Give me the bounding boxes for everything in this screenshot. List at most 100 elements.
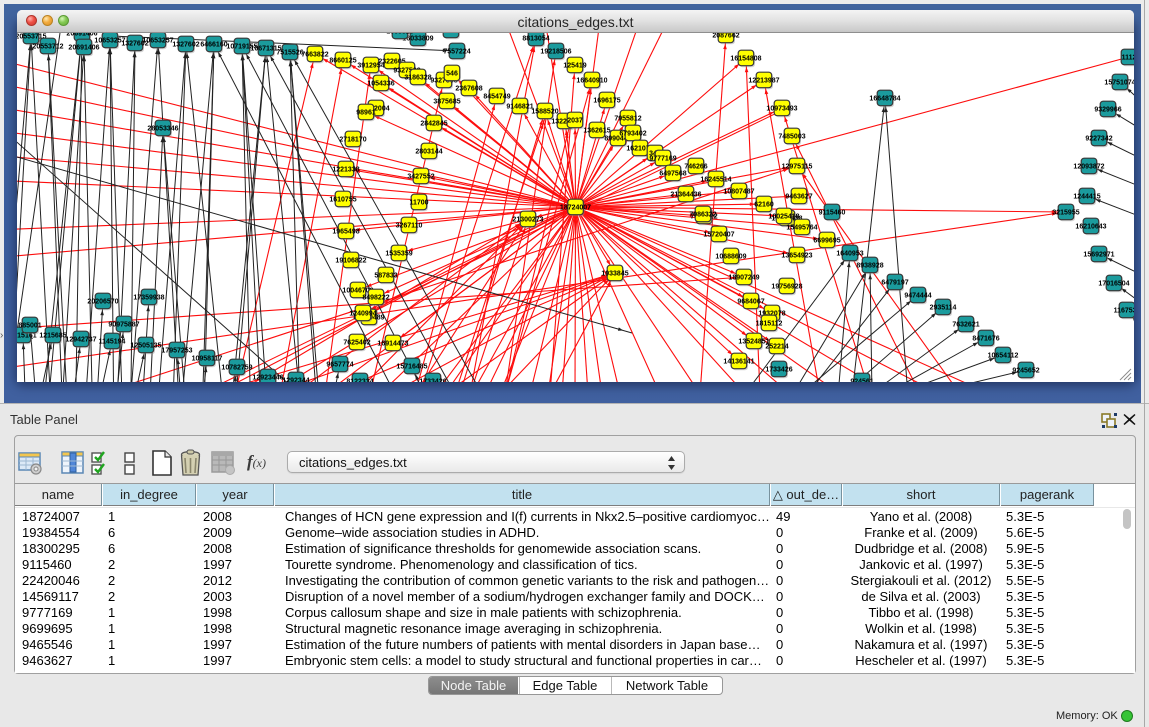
svg-text:3186328: 3186328 (404, 75, 431, 82)
svg-text:19106822: 19106822 (335, 258, 366, 265)
svg-text:2087662: 2087662 (712, 33, 739, 40)
svg-text:20553712: 20553712 (32, 44, 63, 51)
svg-text:9329966: 9329966 (1094, 107, 1121, 114)
svg-text:2842845: 2842845 (420, 121, 447, 128)
svg-text:1733426: 1733426 (765, 367, 792, 374)
svg-text:7485003: 7485003 (778, 134, 805, 141)
svg-text:16648784: 16648784 (869, 96, 900, 103)
svg-text:10973493: 10973493 (766, 106, 797, 113)
svg-text:15692971: 15692971 (1083, 252, 1114, 259)
svg-text:62160: 62160 (754, 202, 774, 209)
svg-text:1933845: 1933845 (601, 271, 628, 278)
svg-text:1065325: 1065325 (386, 33, 413, 36)
svg-text:9146821: 9146821 (506, 104, 533, 111)
svg-text:746266: 746266 (684, 164, 707, 171)
svg-text:9245652: 9245652 (1012, 368, 1039, 375)
svg-text:12093872: 12093872 (1073, 164, 1104, 171)
svg-text:6497568: 6497568 (659, 171, 686, 178)
svg-text:2367608: 2367608 (455, 86, 482, 93)
svg-text:10025418: 10025418 (768, 214, 799, 221)
svg-text:28053346: 28053346 (147, 126, 178, 133)
svg-text:17359938: 17359938 (133, 295, 164, 302)
svg-text:13654923: 13654923 (781, 253, 812, 260)
svg-text:12975115: 12975115 (782, 164, 813, 171)
svg-text:11700: 11700 (409, 200, 428, 207)
svg-text:17016504: 17016504 (1098, 281, 1129, 288)
svg-text:3267110: 3267110 (396, 223, 423, 230)
svg-text:16640910: 16640910 (576, 78, 607, 85)
svg-text:17957253: 17957253 (161, 348, 192, 355)
svg-text:125419: 125419 (563, 63, 586, 70)
svg-text:9463627: 9463627 (785, 194, 812, 201)
svg-text:18724007: 18724007 (560, 205, 591, 212)
svg-text:16154808: 16154808 (730, 56, 761, 63)
svg-text:8938928: 8938928 (856, 263, 883, 270)
svg-text:10807487: 10807487 (723, 189, 754, 196)
svg-text:8660125: 8660125 (329, 58, 356, 65)
svg-text:7632621: 7632621 (952, 322, 979, 329)
svg-text:6699695: 6699695 (813, 238, 840, 245)
svg-text:6466160: 6466160 (200, 42, 227, 49)
svg-text:9474444: 9474444 (904, 293, 931, 300)
svg-text:7515526: 7515526 (276, 50, 303, 57)
svg-text:15495764: 15495764 (786, 225, 817, 232)
svg-text:8471676: 8471676 (972, 336, 999, 343)
svg-text:1244415: 1244415 (1073, 194, 1100, 201)
svg-text:12942737: 12942737 (65, 337, 96, 344)
svg-text:3215955: 3215955 (1052, 210, 1079, 217)
svg-text:20691406: 20691406 (66, 33, 97, 38)
svg-text:8498222: 8498222 (362, 295, 389, 302)
svg-text:3427552: 3427552 (407, 174, 434, 181)
svg-text:15751074: 15751074 (1104, 80, 1134, 87)
svg-text:1167533: 1167533 (1114, 308, 1134, 315)
svg-text:7625402: 7625402 (343, 340, 370, 347)
svg-text:8813054: 8813054 (522, 36, 549, 43)
svg-text:9684067: 9684067 (737, 299, 764, 306)
svg-text:1610755: 1610755 (329, 197, 356, 204)
svg-text:21300273: 21300273 (512, 217, 543, 224)
svg-text:10688609: 10688609 (715, 254, 746, 261)
svg-text:10782759: 10782759 (221, 365, 252, 372)
svg-text:16210643: 16210643 (1075, 224, 1106, 231)
svg-text:9657774: 9657774 (326, 362, 353, 369)
svg-text:252214: 252214 (765, 344, 788, 351)
svg-text:924561: 924561 (850, 379, 873, 382)
svg-text:2803144: 2803144 (415, 149, 442, 156)
svg-text:1815112: 1815112 (756, 321, 783, 328)
svg-text:16245514: 16245514 (700, 177, 731, 184)
svg-text:10958117: 10958117 (192, 356, 223, 363)
svg-text:20206570: 20206570 (87, 299, 118, 306)
svg-text:8813054: 8813054 (437, 33, 464, 35)
svg-text:1240994: 1240994 (349, 311, 376, 318)
svg-text:98961: 98961 (356, 110, 376, 117)
svg-text:1327602: 1327602 (172, 42, 199, 49)
svg-text:1221338: 1221338 (332, 167, 359, 174)
svg-text:20691406: 20691406 (68, 45, 99, 52)
svg-text:7986322: 7986322 (689, 212, 716, 219)
svg-text:885001: 885001 (18, 323, 41, 330)
svg-text:1145194: 1145194 (99, 339, 126, 346)
svg-text:12923446: 12923446 (252, 375, 283, 382)
svg-text:3875685: 3875685 (433, 99, 460, 106)
svg-text:7557224: 7557224 (443, 49, 470, 56)
svg-text:15720407: 15720407 (703, 232, 734, 239)
svg-text:7955812: 7955812 (614, 116, 641, 123)
svg-text:1696175: 1696175 (593, 98, 620, 105)
svg-text:19218506: 19218506 (540, 49, 571, 56)
svg-text:1535359: 1535359 (385, 251, 412, 258)
svg-text:1640953: 1640953 (836, 251, 863, 258)
svg-text:2037: 2037 (567, 118, 583, 125)
svg-text:1215685: 1215685 (39, 333, 66, 340)
svg-text:587833: 587833 (374, 273, 397, 280)
svg-text:16914473: 16914473 (377, 341, 408, 348)
svg-text:546: 546 (446, 71, 458, 78)
svg-text:1733426: 1733426 (419, 379, 446, 382)
svg-text:8454749: 8454749 (483, 94, 510, 101)
svg-text:90975887: 90975887 (108, 322, 139, 329)
svg-text:10654112: 10654112 (988, 353, 1019, 360)
svg-text:1292344: 1292344 (282, 378, 309, 382)
svg-text:18907249: 18907249 (728, 275, 759, 282)
svg-text:2718170: 2718170 (339, 137, 366, 144)
svg-text:14136141: 14136141 (723, 359, 754, 366)
svg-text:1588520: 1588520 (531, 109, 558, 116)
